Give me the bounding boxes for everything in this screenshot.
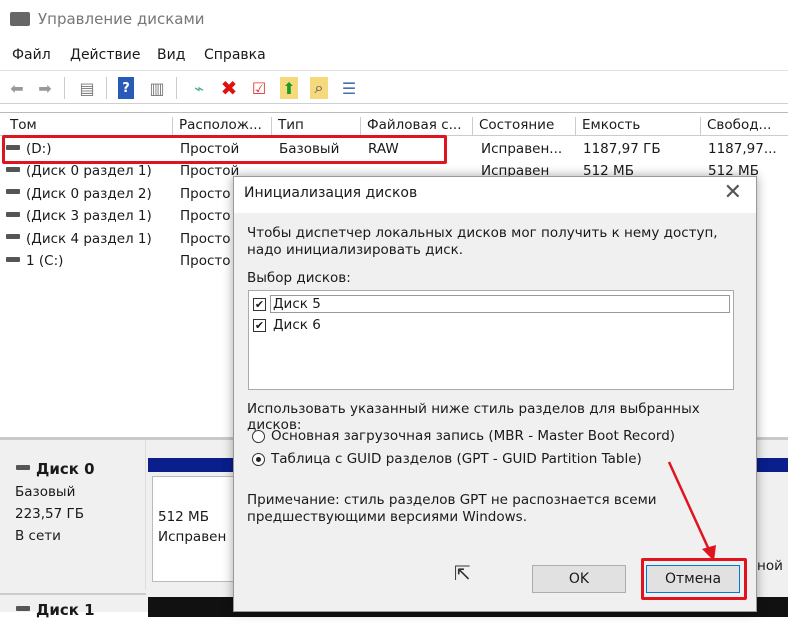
col-free[interactable]: Свобод...: [700, 117, 788, 135]
disk-6-item[interactable]: ✔ Диск 6: [253, 317, 321, 333]
disk-0-type: Базовый: [15, 484, 76, 500]
volume-icon: [6, 211, 20, 217]
window-title: Управление дисками: [38, 10, 205, 28]
partition-fragment: ной: [757, 558, 783, 574]
partition-size: 512 МБ: [158, 509, 209, 525]
forward-icon[interactable]: ➡: [34, 77, 56, 99]
menu-action[interactable]: Действие: [70, 47, 140, 63]
cell: (Диск 0 раздел 2): [6, 186, 152, 202]
console-tree-icon[interactable]: ▤: [76, 77, 98, 99]
help-icon[interactable]: ?: [118, 77, 134, 99]
col-capacity[interactable]: Емкость: [575, 117, 700, 135]
toolbar: ⬅ ➡ ▤ ? ▥ ⌁ ✖ ☑ ⬆ ⌕ ☰: [0, 70, 788, 104]
volume-name: (Диск 0 раздел 2): [26, 185, 152, 202]
cell: Простой: [180, 163, 240, 180]
col-volume[interactable]: Том: [4, 117, 172, 135]
action-pane-icon[interactable]: ▥: [146, 77, 168, 99]
cell: (Диск 0 раздел 1): [6, 163, 152, 179]
volume-name: (Диск 4 раздел 1): [26, 230, 152, 247]
disk-0-info[interactable]: Диск 0 Базовый 223,57 ГБ В сети: [0, 440, 146, 590]
checkbox-disk-6[interactable]: ✔: [253, 318, 266, 332]
radio-mbr[interactable]: Основная загрузочная запись (MBR - Maste…: [252, 428, 675, 444]
disk-0-name: Диск 0: [36, 460, 95, 478]
cell: Просто: [180, 208, 231, 225]
settings-list-icon[interactable]: ☰: [338, 77, 360, 99]
disk-0-size: 223,57 ГБ: [15, 506, 85, 522]
col-layout[interactable]: Располож...: [172, 117, 271, 135]
partition-status: Исправен: [158, 529, 227, 545]
app-icon: [10, 12, 30, 26]
cell: Исправен...: [481, 141, 563, 157]
volume-icon: [6, 256, 20, 262]
ok-button[interactable]: OK: [532, 565, 626, 593]
dialog-intro: Чтобы диспетчер локальных дисков мог пол…: [247, 225, 718, 258]
cell: (Диск 3 раздел 1): [6, 208, 152, 224]
highlight-box: [2, 135, 447, 164]
col-status[interactable]: Состояние: [472, 117, 575, 135]
close-icon[interactable]: ✕: [724, 180, 742, 205]
checkbox-disk-5[interactable]: ✔: [253, 297, 266, 311]
volume-name: (Диск 0 раздел 1): [26, 163, 152, 180]
initialize-disk-dialog: Инициализация дисков ✕ Чтобы диспетчер л…: [233, 176, 757, 612]
menu-view[interactable]: Вид: [157, 47, 185, 63]
open-icon[interactable]: ⬆: [280, 77, 298, 99]
disk-5-item[interactable]: ✔ Диск 5: [253, 295, 733, 313]
menu-file[interactable]: Файл: [12, 47, 51, 63]
delete-icon[interactable]: ✖: [218, 76, 240, 100]
volume-name: (Диск 3 раздел 1): [26, 208, 152, 225]
back-icon[interactable]: ⬅: [6, 77, 28, 99]
disk-0-partition[interactable]: 512 МБ Исправен: [152, 476, 242, 582]
volume-list-header: Том Располож... Тип Файловая с... Состоя…: [0, 112, 788, 136]
dialog-note: Примечание: стиль разделов GPT не распоз…: [247, 492, 657, 525]
col-filesystem[interactable]: Файловая с...: [360, 117, 472, 135]
cell: Просто: [180, 253, 231, 269]
volume-name: 1 (C:): [26, 253, 64, 269]
col-type[interactable]: Тип: [271, 117, 360, 135]
mouse-cursor-icon: ⇱: [454, 561, 471, 585]
disk-1-name: Диск 1: [36, 601, 95, 619]
cell: Просто: [180, 230, 231, 247]
cell: 1187,97...: [708, 141, 777, 157]
disk-select-label: Выбор дисков:: [247, 270, 351, 286]
menu-help[interactable]: Справка: [204, 47, 266, 63]
disk-list: ✔ Диск 5 ✔ Диск 6: [248, 290, 734, 390]
volume-icon: [6, 189, 20, 195]
radio-gpt[interactable]: Таблица с GUID разделов (GPT - GUID Part…: [252, 451, 642, 467]
connect-disk-icon[interactable]: ⌁: [188, 77, 210, 99]
disk-0-status: В сети: [15, 528, 61, 544]
dialog-title: Инициализация дисков: [244, 185, 418, 201]
cell: 1 (C:): [6, 253, 63, 269]
arrow-annotation: [667, 461, 716, 561]
volume-icon: [6, 234, 20, 240]
explore-icon[interactable]: ⌕: [310, 77, 328, 99]
volume-icon: [6, 166, 20, 172]
cell: 1187,97 ГБ: [583, 141, 661, 157]
properties-icon[interactable]: ☑: [248, 77, 270, 99]
disk-1-info[interactable]: Диск 1: [0, 593, 146, 623]
cell: (Диск 4 раздел 1): [6, 231, 152, 247]
cell: Просто: [180, 185, 231, 202]
